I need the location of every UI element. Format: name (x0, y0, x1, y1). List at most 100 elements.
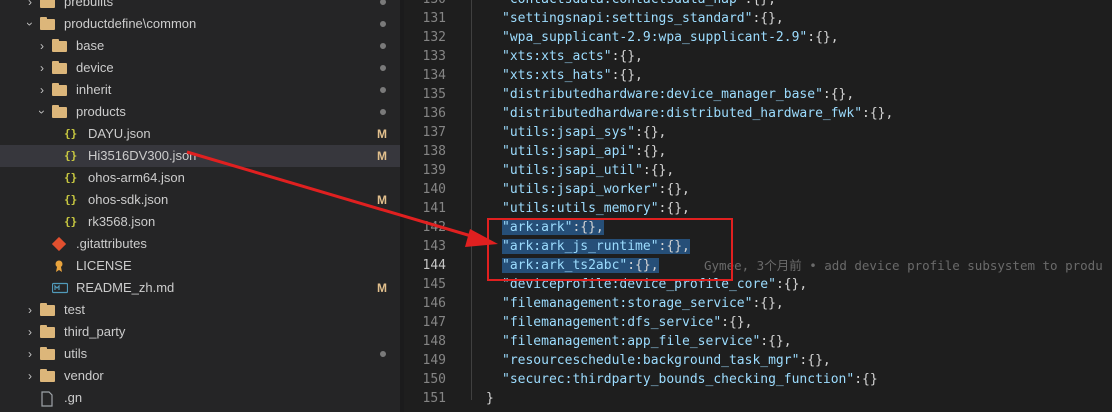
code-text: "utils:utils_memory":{}, (502, 201, 690, 216)
code-line[interactable]: 134 "xts:xts_hats":{}, (404, 66, 1112, 85)
code-text: "filemanagement:storage_service":{}, (502, 296, 784, 311)
tree-file[interactable]: {} DAYU.json M (0, 123, 400, 145)
line-number: 142 (422, 220, 446, 235)
code-line[interactable]: 147 "filemanagement:dfs_service":{}, (404, 313, 1112, 332)
git-modified-badge: M (377, 149, 387, 163)
git-changes-dot-icon (380, 21, 386, 27)
line-number: 139 (422, 163, 446, 178)
code-text: "xts:xts_acts":{}, (502, 49, 643, 64)
json-file-icon: {} (64, 171, 78, 184)
line-number: 135 (422, 87, 446, 102)
code-line[interactable]: 137 "utils:jsapi_sys":{}, (404, 123, 1112, 142)
tree-folder[interactable]: › utils (0, 343, 400, 365)
tree-folder[interactable]: › third_party (0, 321, 400, 343)
chevron-right-icon[interactable]: › (24, 321, 36, 343)
tree-file[interactable]: {} ohos-arm64.json (0, 167, 400, 189)
code-editor[interactable]: 130"contactsdata:contactsdata_hap":{},13… (404, 0, 1112, 412)
line-number: 145 (422, 277, 446, 292)
code-line[interactable]: 132 "wpa_supplicant-2.9:wpa_supplicant-2.… (404, 28, 1112, 47)
code-line[interactable]: 150 "securec:thirdparty_bounds_checking_f… (404, 370, 1112, 389)
chevron-right-icon[interactable]: › (36, 79, 48, 101)
tree-item-label: DAYU.json (88, 126, 151, 141)
tree-item-label: prebuilts (64, 0, 114, 9)
line-number: 138 (422, 144, 446, 159)
folder-icon (40, 303, 55, 316)
code-text: "distributedhardware:distributed_hardwar… (502, 106, 894, 121)
code-text: "utils:jsapi_util":{}, (502, 163, 675, 178)
code-line[interactable]: 139 "utils:jsapi_util":{}, (404, 161, 1112, 180)
tree-folder[interactable]: › test (0, 299, 400, 321)
code-text: "filemanagement:dfs_service":{}, (502, 315, 753, 330)
git-changes-dot-icon (380, 87, 386, 93)
tree-file[interactable]: LICENSE (0, 255, 400, 277)
code-line[interactable]: 138 "utils:jsapi_api":{}, (404, 142, 1112, 161)
tree-item-label: README_zh.md (76, 280, 175, 295)
line-number: 136 (422, 106, 446, 121)
line-number: 132 (422, 30, 446, 45)
tree-folder[interactable]: › vendor (0, 365, 400, 387)
code-text: "utils:jsapi_worker":{}, (502, 182, 690, 197)
folder-icon (40, 325, 55, 338)
tree-item-label: ohos-sdk.json (88, 192, 169, 207)
tree-file[interactable]: README_zh.md M (0, 277, 400, 299)
code-text: "resourceschedule:background_task_mgr":{… (502, 353, 831, 368)
code-line[interactable]: 151} (404, 389, 1112, 408)
tree-folder[interactable]: › prebuilts (0, 0, 400, 13)
chevron-right-icon[interactable]: › (24, 343, 36, 365)
line-number: 134 (422, 68, 446, 83)
code-text: "filemanagement:app_file_service":{}, (502, 334, 792, 349)
chevron-right-icon[interactable]: › (36, 35, 48, 57)
chevron-right-icon[interactable]: › (36, 57, 48, 79)
git-changes-dot-icon (380, 109, 386, 115)
tree-file[interactable]: {} Hi3516DV300.json M (0, 145, 400, 167)
chevron-right-icon[interactable]: › (24, 365, 36, 387)
folder-icon (40, 369, 55, 382)
chevron-down-icon[interactable]: › (31, 106, 53, 118)
tree-item-label: test (64, 302, 85, 317)
tree-file[interactable]: .gitattributes (0, 233, 400, 255)
tree-item-label: device (76, 60, 114, 75)
tree-folder[interactable]: › base (0, 35, 400, 57)
tree-item-label: ohos-arm64.json (88, 170, 185, 185)
tree-item-label: vendor (64, 368, 104, 383)
line-number: 144 (422, 258, 446, 273)
code-line[interactable]: 131 "settingsnapi:settings_standard":{}, (404, 9, 1112, 28)
annotation-highlight-box (487, 218, 733, 281)
code-line[interactable]: 135 "distributedhardware:device_manager_b… (404, 85, 1112, 104)
tree-folder[interactable]: › products (0, 101, 400, 123)
tree-item-label: Hi3516DV300.json (88, 148, 197, 163)
code-text: "contactsdata:contactsdata_hap":{}, (502, 0, 776, 9)
tree-folder[interactable]: › productdefine\common (0, 13, 400, 35)
code-line[interactable]: 140 "utils:jsapi_worker":{}, (404, 180, 1112, 199)
tree-file[interactable]: .gn (0, 387, 400, 409)
folder-icon (52, 61, 67, 74)
tree-folder[interactable]: › inherit (0, 79, 400, 101)
code-line[interactable]: 133 "xts:xts_acts":{}, (404, 47, 1112, 66)
tree-folder[interactable]: › device (0, 57, 400, 79)
code-text: "wpa_supplicant-2.9:wpa_supplicant-2.9":… (502, 30, 839, 45)
markdown-icon (51, 281, 69, 295)
code-line[interactable]: 130 "contactsdata:contactsdata_hap":{}, (404, 0, 1112, 9)
code-line[interactable]: 146 "filemanagement:storage_service":{}, (404, 294, 1112, 313)
folder-icon (52, 83, 67, 96)
folder-open-icon (40, 17, 55, 30)
code-line[interactable]: 141 "utils:utils_memory":{}, (404, 199, 1112, 218)
git-icon (51, 236, 68, 252)
line-number: 148 (422, 334, 446, 349)
line-number: 137 (422, 125, 446, 140)
chevron-right-icon[interactable]: › (24, 299, 36, 321)
license-icon (52, 259, 68, 273)
folder-icon (52, 39, 67, 52)
tree-file[interactable]: {} ohos-sdk.json M (0, 189, 400, 211)
code-line[interactable]: 136 "distributedhardware:distributed_hard… (404, 104, 1112, 123)
tree-item-label: products (76, 104, 126, 119)
chevron-right-icon[interactable]: › (24, 0, 36, 13)
chevron-down-icon[interactable]: › (19, 18, 41, 30)
folder-icon (40, 347, 55, 360)
code-line[interactable]: 149 "resourceschedule:background_task_mgr… (404, 351, 1112, 370)
git-modified-badge: M (377, 193, 387, 207)
tree-file[interactable]: {} rk3568.json (0, 211, 400, 233)
tree-item-label: LICENSE (76, 258, 132, 273)
file-explorer: › prebuilts › productdefine\common › base › dev… (0, 0, 400, 412)
code-line[interactable]: 148 "filemanagement:app_file_service":{}, (404, 332, 1112, 351)
